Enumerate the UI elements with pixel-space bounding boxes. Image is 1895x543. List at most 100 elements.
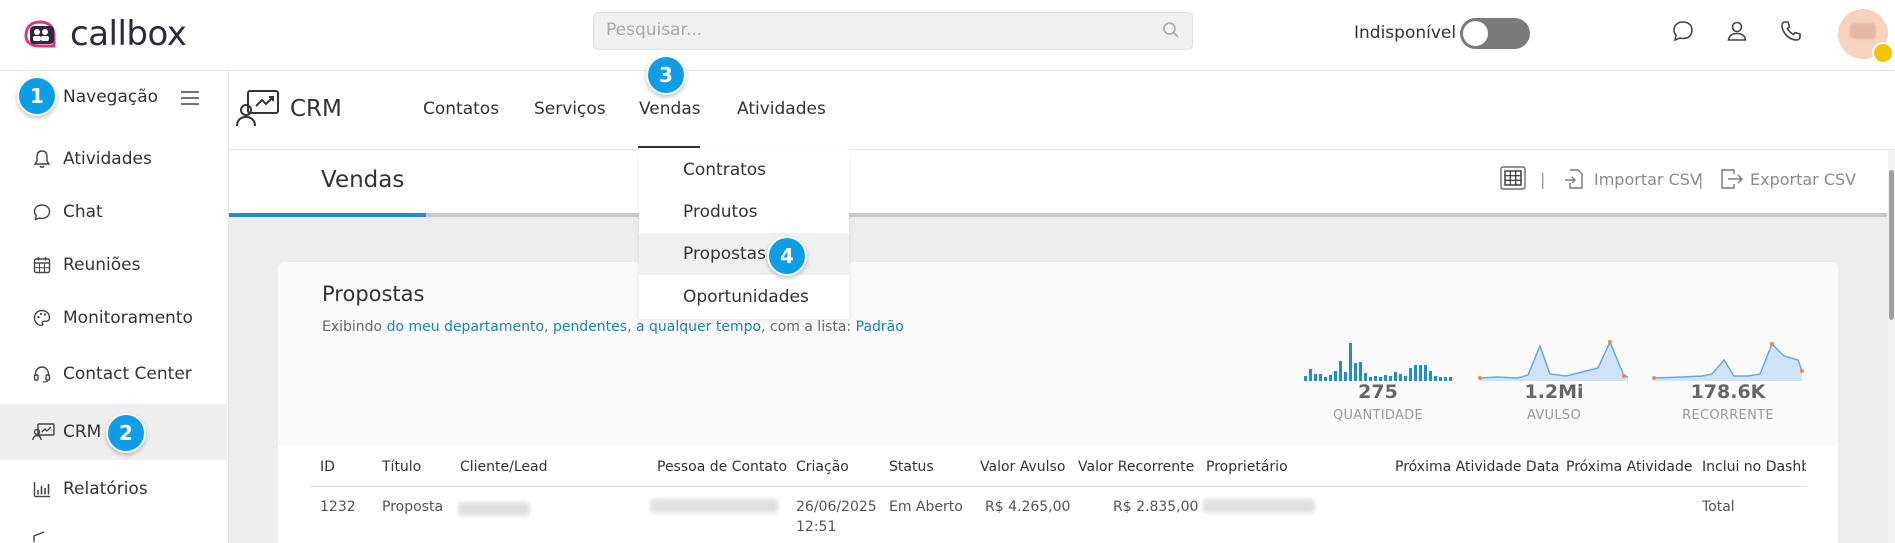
- column-header-proxima-atividade-data[interactable]: Próxima Atividade Data: [1395, 459, 1559, 475]
- sidebar-item-relatorios[interactable]: Relatórios: [0, 461, 227, 517]
- column-header-id[interactable]: ID: [320, 459, 335, 475]
- progress-fill: [229, 213, 426, 217]
- column-header-dashboard[interactable]: Inclui no Dashbo: [1702, 459, 1806, 475]
- menu-item-label: Oportunidades: [683, 287, 809, 307]
- search-box[interactable]: [593, 12, 1193, 50]
- card-title: Propostas: [322, 282, 425, 306]
- scrollbar-thumb[interactable]: [1889, 170, 1894, 320]
- menu-item-label: Propostas: [683, 244, 766, 264]
- phone-icon[interactable]: [1779, 19, 1803, 43]
- toolbar-separator: |: [1540, 170, 1546, 189]
- sidebar-item-contact-center[interactable]: Contact Center: [0, 346, 227, 402]
- toolbar-separator: |: [1698, 170, 1704, 189]
- kpi-quantidade-value: 275: [1358, 381, 1398, 403]
- filter-comma: ,: [544, 319, 553, 335]
- kpi-avulso-value: 1.2Mi: [1524, 381, 1584, 403]
- sidebar-item-reunioes[interactable]: Reuniões: [0, 237, 227, 293]
- cell-id: 1232: [320, 499, 356, 515]
- cell-valor-recorrente: R$ 2.835,00: [1113, 499, 1199, 515]
- step-badge-1: 1: [17, 76, 57, 116]
- kpi-recorrente-label: RECORRENTE: [1682, 408, 1774, 423]
- grid-view-icon[interactable]: [1500, 166, 1526, 190]
- column-header-valor-avulso[interactable]: Valor Avulso: [980, 459, 1065, 475]
- kpi-recorrente-value: 178.6K: [1690, 381, 1766, 403]
- bar-chart-icon: [33, 482, 50, 498]
- cell-dashboard: Total: [1702, 499, 1735, 515]
- menu-item-propostas[interactable]: Propostas: [639, 233, 849, 275]
- tab-servicos[interactable]: Serviços: [534, 99, 606, 119]
- column-header-proprietario[interactable]: Proprietário: [1206, 459, 1288, 475]
- sidebar-item-chat[interactable]: Chat: [0, 184, 227, 240]
- filter-status-link[interactable]: pendentes: [553, 319, 627, 335]
- cell-pessoa-redacted: [650, 499, 778, 513]
- column-header-proxima-atividade[interactable]: Próxima Atividade: [1566, 459, 1692, 475]
- sidebar-item-atividades[interactable]: Atividades: [0, 131, 227, 187]
- import-icon[interactable]: [1564, 168, 1584, 190]
- module-title: CRM: [290, 96, 342, 122]
- step-badge-4: 4: [767, 236, 807, 276]
- tab-atividades[interactable]: Atividades: [737, 99, 826, 119]
- column-header-valor-recorrente[interactable]: Valor Recorrente: [1078, 459, 1194, 475]
- sidebar-item-label: Atividades: [63, 149, 152, 169]
- callbox-logo-icon: [24, 20, 56, 48]
- cell-criacao-time: 12:51: [796, 519, 837, 535]
- sidebar-item-label: Contact Center: [63, 364, 192, 384]
- column-header-titulo[interactable]: Título: [382, 459, 421, 475]
- vendas-dropdown-menu: Contratos Produtos Propostas Oportunidad…: [639, 149, 849, 319]
- hamburger-menu-icon[interactable]: [180, 90, 200, 106]
- cell-status: Em Aberto: [889, 499, 963, 515]
- sidebar-title: Navegação: [63, 87, 159, 107]
- recorrente-area-sparkline: [1652, 342, 1804, 381]
- filter-prefix: Exibindo: [322, 319, 387, 335]
- cell-cliente-redacted: [458, 502, 530, 516]
- sidebar-item-label: Relatórios: [63, 479, 148, 499]
- column-header-cliente[interactable]: Cliente/Lead: [460, 459, 548, 475]
- calendar-icon: [33, 257, 51, 274]
- search-icon[interactable]: [1162, 21, 1180, 39]
- chat-icon: [33, 204, 51, 221]
- menu-item-produtos[interactable]: Produtos: [639, 191, 849, 233]
- availability-status-label: Indisponível: [1354, 23, 1457, 43]
- callbox-logo[interactable]: callbox: [20, 14, 187, 54]
- sidebar-item-label: Monitoramento: [63, 308, 193, 328]
- sidebar-item-monitoramento[interactable]: Monitoramento: [0, 290, 227, 346]
- megaphone-icon: [33, 531, 45, 542]
- avatar[interactable]: [1838, 9, 1894, 64]
- kpi-quantidade-label: QUANTIDADE: [1332, 408, 1424, 423]
- user-icon[interactable]: [1725, 19, 1749, 43]
- quantity-bar-sparkline: [1304, 343, 1452, 381]
- filter-time-link[interactable]: a qualquer tempo: [636, 319, 761, 335]
- menu-item-contratos[interactable]: Contratos: [639, 149, 849, 191]
- filter-comma: ,: [627, 319, 636, 335]
- menu-item-oportunidades[interactable]: Oportunidades: [639, 276, 849, 318]
- column-header-pessoa-contato[interactable]: Pessoa de Contato: [657, 459, 787, 475]
- sidebar-item-label: Chat: [63, 202, 103, 222]
- sidebar-item-label: CRM: [63, 422, 102, 442]
- crm-icon: [32, 423, 55, 441]
- availability-toggle[interactable]: [1460, 18, 1530, 49]
- progress-track: [229, 213, 1887, 217]
- sidebar-item-label: Reuniões: [63, 255, 141, 275]
- bell-icon: [33, 150, 51, 168]
- filter-list-link[interactable]: Padrão: [856, 319, 904, 335]
- search-input[interactable]: [594, 13, 1158, 47]
- import-csv-button[interactable]: Importar CSV: [1594, 170, 1701, 189]
- cell-criacao-date: 26/06/2025: [796, 499, 877, 515]
- filter-department-link[interactable]: do meu departamento: [387, 319, 544, 335]
- active-tab-underline: [638, 146, 700, 148]
- palette-icon: [33, 309, 51, 327]
- avatar-initials-blurred: [1850, 23, 1876, 39]
- chat-bubble-icon[interactable]: [1671, 19, 1695, 43]
- table-header-divider: [310, 486, 1807, 487]
- away-status-badge: [1872, 42, 1894, 64]
- tab-vendas[interactable]: Vendas: [639, 99, 701, 119]
- tab-contatos[interactable]: Contatos: [423, 99, 499, 119]
- export-csv-button[interactable]: Exportar CSV: [1750, 170, 1856, 189]
- column-header-criacao[interactable]: Criação: [796, 459, 849, 475]
- kpi-avulso-label: AVULSO: [1527, 408, 1581, 423]
- export-icon[interactable]: [1720, 168, 1744, 190]
- column-header-status[interactable]: Status: [889, 459, 934, 475]
- headset-icon: [33, 366, 51, 383]
- logo-text: callbox: [70, 14, 187, 54]
- filter-description: Exibindo do meu departamento, pendentes,…: [322, 319, 904, 335]
